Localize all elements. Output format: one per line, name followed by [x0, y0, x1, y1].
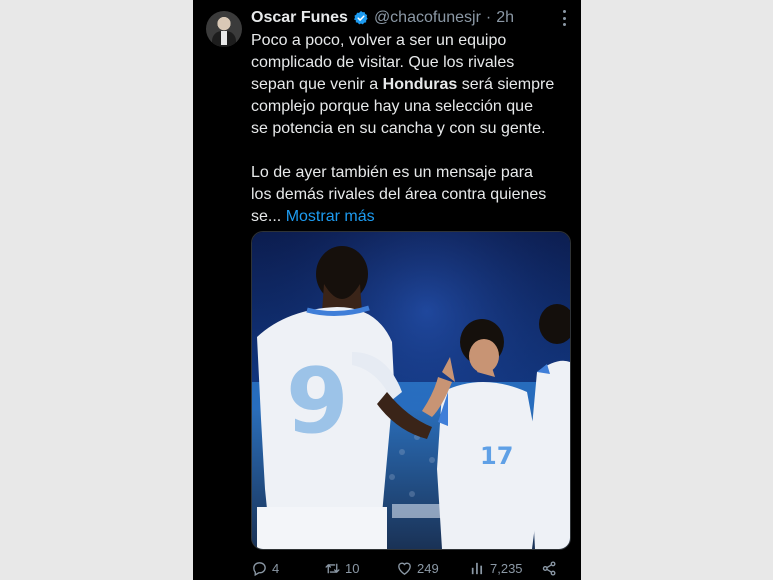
tweet-photo[interactable]: 9 17 [251, 231, 571, 550]
jersey-number-right: 17 [480, 442, 513, 470]
views-button[interactable]: 7,235 [469, 560, 523, 577]
text-line: complejo porque hay una selección que [251, 98, 533, 115]
retweet-button[interactable]: 10 [324, 560, 359, 577]
avatar[interactable] [206, 11, 242, 47]
text-line: se potencia en su cancha y con su gente. [251, 120, 546, 137]
author-name[interactable]: Oscar Funes [251, 9, 348, 27]
tweet-text: Poco a poco, volver a ser un equipo comp… [251, 30, 571, 228]
share-icon [542, 560, 556, 576]
like-button[interactable]: 249 [396, 560, 439, 577]
retweet-count: 10 [345, 560, 360, 576]
bold-text-honduras: Honduras [382, 76, 458, 93]
tweet-card: Oscar Funes @chacofunesjr · 2h Poco a po… [193, 0, 581, 580]
reply-button[interactable]: 4 [251, 560, 279, 577]
reply-count: 4 [272, 560, 280, 576]
text-line: será siempre [457, 76, 555, 93]
action-bar: 4 10 249 7,235 [251, 558, 569, 578]
like-icon [398, 562, 411, 575]
jersey-number-left: 9 [286, 349, 349, 454]
retweet-icon [325, 563, 340, 573]
text-line: Lo de ayer también es un mensaje para [251, 164, 533, 181]
timestamp[interactable]: 2h [496, 9, 514, 27]
verified-badge-icon [353, 11, 368, 25]
share-button[interactable] [541, 560, 558, 577]
reply-icon [253, 561, 266, 576]
text-line: Poco a poco, volver a ser un equipo [251, 32, 507, 49]
text-line: complicado de visitar. Que los rivales [251, 54, 515, 71]
views-count: 7,235 [490, 560, 523, 576]
text-line: sepan que venir a [251, 76, 383, 93]
text-line: los demás rivales del área contra quiene… [251, 186, 547, 203]
photo-football-players: 9 17 [252, 232, 570, 549]
like-count: 249 [417, 560, 439, 576]
show-more-link[interactable]: Mostrar más [286, 208, 375, 225]
text-line: se... [251, 208, 286, 225]
tweet-header: Oscar Funes @chacofunesjr · 2h [251, 7, 514, 29]
more-options-icon[interactable] [563, 10, 567, 26]
views-icon [471, 562, 483, 574]
author-handle[interactable]: @chacofunesjr [374, 9, 481, 27]
separator: · [485, 9, 492, 26]
